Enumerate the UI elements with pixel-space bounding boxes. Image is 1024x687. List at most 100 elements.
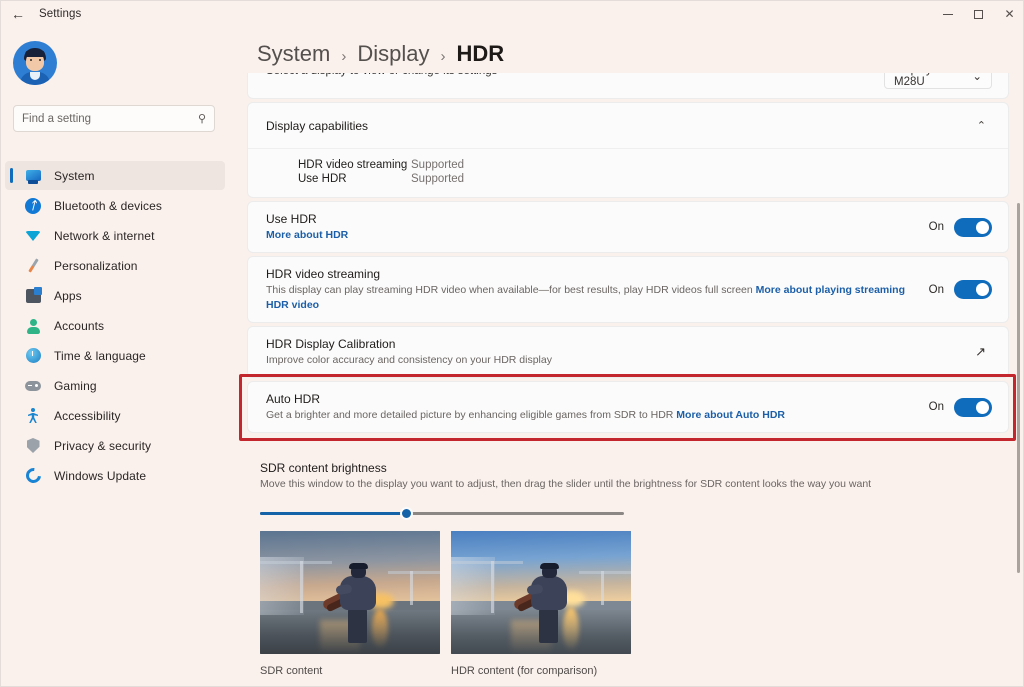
auto-hdr-title: Auto HDR [266, 392, 321, 406]
bluetooth-icon: ᛏ [23, 196, 43, 216]
slider-fill [260, 512, 406, 515]
sidebar-item-system[interactable]: System [5, 161, 225, 190]
search-icon: ⚲ [197, 113, 206, 125]
sidebar-item-label: Gaming [54, 378, 97, 393]
breadcrumb-item-display[interactable]: Display [357, 41, 429, 67]
back-button[interactable]: ← [1, 1, 35, 27]
close-button[interactable]: ✕ [994, 1, 1024, 27]
breadcrumb-item-system[interactable]: System [257, 41, 330, 67]
maximize-button[interactable] [963, 1, 994, 27]
use-hdr-title: Use HDR [266, 212, 317, 226]
chevron-up-icon[interactable]: ⌃ [971, 115, 992, 136]
display-capabilities-card: Display capabilities ⌃ HDR video streami… [247, 102, 1009, 198]
avatar-eye-left [30, 59, 32, 61]
rail-post [410, 571, 413, 605]
content-area: System › Display › HDR Select a display … [229, 27, 1024, 687]
auto-hdr-toggle[interactable] [954, 397, 992, 417]
close-icon: ✕ [1004, 7, 1015, 21]
hdr-video-streaming-text: HDR video streaming This display can pla… [266, 257, 929, 322]
display-selector-value: Display 2: M28U [894, 73, 945, 88]
system-icon [23, 166, 43, 186]
capability-key: HDR video streaming [298, 159, 408, 171]
sidebar-item-network-internet[interactable]: Network & internet [5, 221, 225, 250]
sdr-preview-caption: SDR content [260, 665, 323, 677]
skateboarder [321, 563, 380, 643]
external-link-icon[interactable]: ↗︎ [969, 340, 992, 364]
auto-hdr-control: On [928, 397, 992, 417]
avatar-fringe [25, 50, 45, 57]
sidebar-item-label: Personalization [54, 258, 138, 273]
rail-post [300, 561, 303, 613]
chevron-down-icon: ⌄ [972, 73, 982, 83]
rail-bar [579, 571, 631, 574]
capability-row: Use HDR Supported [248, 172, 1008, 186]
sidebar-item-personalization[interactable]: Personalization [5, 251, 225, 280]
title-bar: ← Settings ✕ [1, 1, 1024, 27]
use-hdr-control: On [929, 217, 992, 237]
hdr-video-streaming-card: HDR video streaming This display can pla… [247, 256, 1009, 323]
search-input[interactable] [22, 112, 198, 125]
sidebar-item-accounts[interactable]: Accounts [5, 311, 225, 340]
sidebar-item-bluetooth-devices[interactable]: ᛏ Bluetooth & devices [5, 191, 225, 220]
sidebar-item-apps[interactable]: Apps [5, 281, 225, 310]
sidebar-item-windows-update[interactable]: Windows Update [5, 461, 225, 490]
auto-hdr-highlight-wrapper: Auto HDR Get a brighter and more detaile… [239, 374, 1016, 441]
person-cap [540, 563, 559, 569]
rail-bar [388, 571, 440, 574]
paintbrush-icon [23, 256, 43, 276]
capability-row: HDR video streaming Supported [248, 158, 1008, 172]
hdr-calibration-card[interactable]: HDR Display Calibration Improve color ac… [247, 326, 1009, 378]
capability-value: Supported [411, 173, 465, 185]
display-capabilities-header[interactable]: Display capabilities ⌃ [248, 103, 1008, 148]
hdr-video-streaming-row: HDR video streaming This display can pla… [248, 257, 1008, 322]
rail-post [491, 561, 494, 613]
hdr-preview-caption: HDR content (for comparison) [451, 665, 598, 677]
person-legs [348, 607, 367, 643]
settings-scroll-area: Select a display to view or change its s… [239, 73, 1016, 687]
person-cap [349, 563, 368, 569]
glass-rail-panel [260, 557, 304, 615]
sdr-brightness-description: Move this window to the display you want… [260, 478, 872, 490]
hdr-video-streaming-state-label: On [928, 283, 944, 296]
shield-icon [23, 436, 43, 456]
auto-hdr-row: Auto HDR Get a brighter and more detaile… [248, 382, 1008, 432]
breadcrumb-item-hdr: HDR [456, 41, 505, 66]
search-box[interactable]: ⚲ [13, 105, 215, 132]
rail-post [601, 571, 604, 605]
use-hdr-toggle[interactable] [954, 217, 992, 237]
back-arrow-icon: ← [11, 6, 25, 22]
minimize-button[interactable] [932, 1, 963, 27]
hdr-calibration-description: Improve color accuracy and consistency o… [266, 354, 552, 366]
hdr-video-streaming-title: HDR video streaming [266, 267, 381, 281]
display-selector-dropdown[interactable]: Display 2: M28U ⌄ [884, 73, 992, 89]
avatar-eye-right [39, 59, 41, 61]
slider-thumb[interactable] [399, 507, 413, 520]
sdr-brightness-slider-wrap [247, 490, 1009, 520]
sdr-brightness-slider[interactable] [260, 506, 624, 520]
auto-hdr-state-label: On [928, 401, 944, 413]
sidebar-item-accessibility[interactable]: Accessibility [5, 401, 225, 430]
accessibility-icon [23, 406, 43, 426]
use-hdr-text: Use HDR More about HDR [266, 202, 929, 252]
sidebar-item-label: Privacy & security [54, 438, 152, 453]
hdr-calibration-row: HDR Display Calibration Improve color ac… [248, 327, 1008, 377]
sidebar-item-time-language[interactable]: Time & language [5, 341, 225, 370]
person-legs [539, 607, 558, 643]
update-icon [22, 464, 44, 487]
more-about-auto-hdr-link[interactable]: More about Auto HDR [676, 409, 785, 421]
use-hdr-row: Use HDR More about HDR On [248, 202, 1008, 252]
sidebar-item-gaming[interactable]: Gaming [5, 371, 225, 400]
more-about-hdr-link[interactable]: More about HDR [266, 229, 348, 241]
hdr-preview-image [451, 531, 631, 654]
hdr-video-streaming-toggle[interactable] [954, 280, 992, 299]
scrollbar-track[interactable] [1017, 71, 1020, 661]
sidebar-item-privacy-security[interactable]: Privacy & security [5, 431, 225, 460]
display-selector-label: Select a display to view or change its s… [266, 73, 497, 77]
auto-hdr-card: Auto HDR Get a brighter and more detaile… [247, 381, 1009, 433]
rail-bar [451, 561, 523, 564]
avatar[interactable] [13, 41, 57, 85]
wifi-icon [23, 226, 43, 246]
skateboarder [512, 563, 571, 643]
sidebar-item-label: System [54, 168, 95, 183]
scrollbar-thumb[interactable] [1017, 203, 1020, 573]
